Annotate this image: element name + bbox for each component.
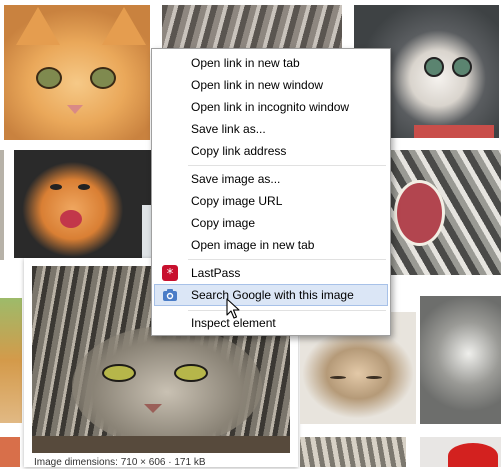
image-thumbnail[interactable] [0, 437, 20, 467]
image-thumbnail[interactable] [14, 150, 154, 258]
image-thumbnail[interactable] [300, 437, 406, 467]
image-thumbnail[interactable] [389, 150, 501, 275]
menu-separator [188, 310, 386, 311]
lastpass-icon: * [162, 265, 178, 282]
menu-item-label: Search Google with this image [191, 288, 354, 302]
menu-item-copy-image-url[interactable]: Copy image URL [154, 190, 388, 212]
image-thumbnail[interactable] [0, 150, 4, 260]
menu-item-open-image-new-tab[interactable]: Open image in new tab [154, 234, 388, 256]
image-thumbnail[interactable] [162, 5, 342, 50]
menu-item-open-link-incognito[interactable]: Open link in incognito window [154, 96, 388, 118]
menu-item-copy-image[interactable]: Copy image [154, 212, 388, 234]
image-thumbnail[interactable] [4, 5, 150, 140]
menu-item-open-link-new-tab[interactable]: Open link in new tab [154, 52, 388, 74]
image-thumbnail[interactable] [420, 296, 501, 424]
camera-icon [162, 287, 178, 303]
svg-text:*: * [167, 267, 174, 281]
image-caption: Image dimensions: 710 × 606 · 171 kB [34, 457, 206, 468]
menu-item-save-image-as[interactable]: Save image as... [154, 168, 388, 190]
mouse-pointer-icon [226, 298, 240, 325]
context-menu: Open link in new tab Open link in new wi… [151, 48, 391, 336]
menu-item-inspect-element[interactable]: Inspect element [154, 312, 388, 334]
image-thumbnail[interactable] [420, 437, 501, 467]
menu-item-open-link-new-window[interactable]: Open link in new window [154, 74, 388, 96]
image-thumbnail[interactable] [0, 298, 22, 423]
menu-item-lastpass[interactable]: * LastPass [154, 262, 388, 284]
menu-separator [188, 259, 386, 260]
menu-separator [188, 165, 386, 166]
menu-item-save-link-as[interactable]: Save link as... [154, 118, 388, 140]
menu-item-search-google-with-image[interactable]: Search Google with this image [154, 284, 388, 306]
menu-item-copy-link-address[interactable]: Copy link address [154, 140, 388, 162]
menu-item-label: LastPass [191, 266, 241, 280]
